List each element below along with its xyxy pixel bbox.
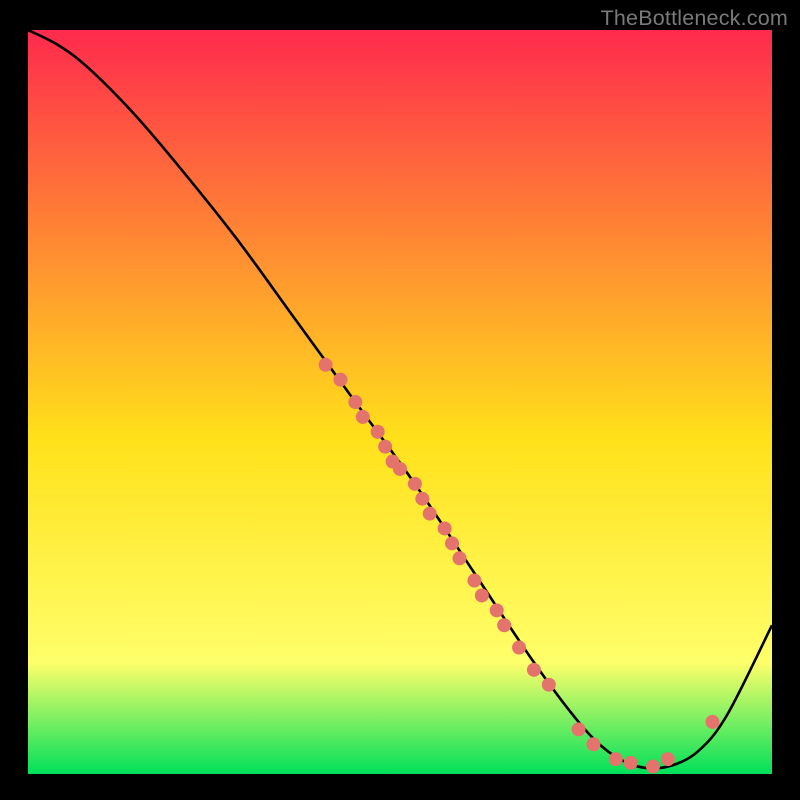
data-point (624, 756, 638, 770)
watermark-text: TheBottleneck.com (601, 6, 788, 31)
data-point (475, 588, 489, 602)
data-point (467, 574, 481, 588)
data-point (490, 603, 504, 617)
data-point (572, 722, 586, 736)
data-point (445, 536, 459, 550)
data-point (408, 477, 422, 491)
data-point (423, 507, 437, 521)
plot-background (28, 30, 772, 774)
data-point (453, 551, 467, 565)
data-point (378, 440, 392, 454)
data-point (356, 410, 370, 424)
data-point (705, 715, 719, 729)
data-point (438, 521, 452, 535)
bottleneck-chart (28, 30, 772, 774)
data-point (527, 663, 541, 677)
data-point (333, 373, 347, 387)
data-point (497, 618, 511, 632)
data-point (319, 358, 333, 372)
data-point (512, 641, 526, 655)
data-point (371, 425, 385, 439)
data-point (542, 678, 556, 692)
data-point (609, 752, 623, 766)
data-point (661, 752, 675, 766)
data-point (586, 737, 600, 751)
app-stage: TheBottleneck.com (0, 0, 800, 800)
data-point (415, 492, 429, 506)
data-point (646, 760, 660, 774)
data-point (348, 395, 362, 409)
data-point (393, 462, 407, 476)
